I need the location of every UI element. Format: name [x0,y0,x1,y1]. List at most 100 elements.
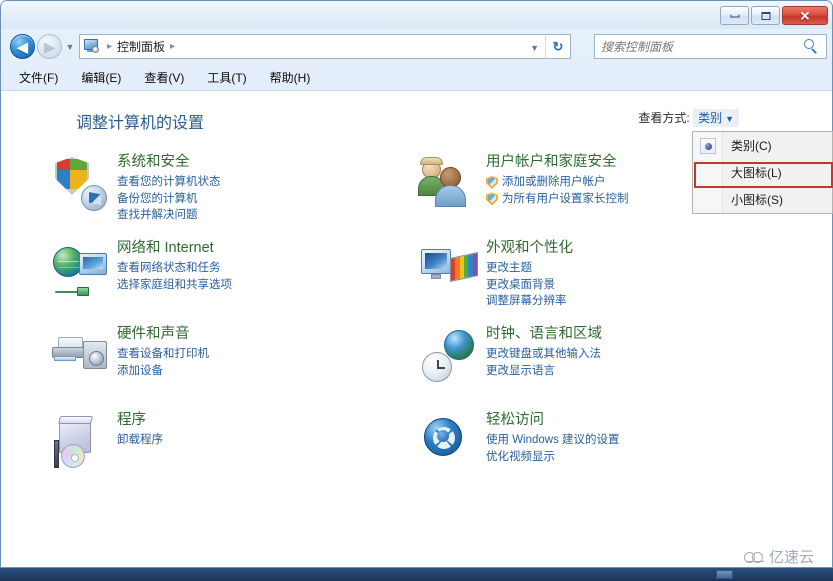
chevron-down-icon: ▼ [725,114,734,124]
category-link[interactable]: 查看网络状态和任务 [117,260,377,277]
category-appearance-and-personalization: 外观和个性化 更改主题 更改桌面背景 调整屏幕分辨率 [416,239,746,311]
watermark: 亿速云 [744,546,814,567]
address-dropdown-icon[interactable]: ▼ [530,43,539,53]
menu-item-small-icons[interactable]: 小图标(S) [693,186,832,213]
category-link[interactable]: 卸载程序 [117,432,377,449]
menu-item-help[interactable]: 帮助(H) [268,67,313,88]
navigation-bar: ◀ ▶ ▼ ▸ 控制面板 ▸ ▼ ↻ [1,29,833,65]
link-label: 更改显示语言 [486,363,555,380]
category-link[interactable]: 调整屏幕分辨率 [486,293,746,310]
category-link[interactable]: 优化视频显示 [486,449,746,466]
search-icon [804,39,819,54]
category-column-left: 系统和安全 查看您的计算机状态 备份您的计算机 查找并解决问题 网络和 [47,153,377,497]
view-by-control: 查看方式: 类别▼ [638,109,739,126]
category-link[interactable]: 备份您的计算机 [117,191,377,208]
category-link[interactable]: 选择家庭组和共享选项 [117,277,377,294]
link-label: 调整屏幕分辨率 [486,293,567,310]
uac-shield-icon [486,192,498,205]
menu-item-label: 类别(C) [731,137,772,154]
title-bar: ✕ [1,1,833,29]
menu-item-file[interactable]: 文件(F) [17,67,60,88]
category-link[interactable]: 使用 Windows 建议的设置 [486,432,746,449]
category-title[interactable]: 轻松访问 [486,411,746,430]
breadcrumb-separator-icon-2[interactable]: ▸ [170,41,175,52]
network-globe-icon [51,241,109,299]
uac-shield-icon [486,176,498,189]
maximize-button[interactable] [751,6,780,25]
menu-item-tools[interactable]: 工具(T) [205,67,248,88]
appearance-display-icon [420,241,478,299]
refresh-icon: ↻ [553,39,564,55]
link-label: 查看网络状态和任务 [117,260,221,277]
maximize-icon [761,12,770,20]
close-icon: ✕ [800,9,811,22]
search-input[interactable] [601,40,801,54]
category-network-and-internet: 网络和 Internet 查看网络状态和任务 选择家庭组和共享选项 [47,239,377,311]
category-ease-of-access: 轻松访问 使用 Windows 建议的设置 优化视频显示 [416,411,746,483]
back-arrow-icon: ◀ [17,40,28,54]
category-title[interactable]: 硬件和声音 [117,325,377,344]
category-system-and-security: 系统和安全 查看您的计算机状态 备份您的计算机 查找并解决问题 [47,153,377,225]
category-title[interactable]: 外观和个性化 [486,239,746,258]
refresh-button[interactable]: ↻ [545,34,571,59]
link-label: 选择家庭组和共享选项 [117,277,232,294]
menu-item-view[interactable]: 查看(V) [142,67,186,88]
link-label: 为所有用户设置家长控制 [502,191,629,208]
category-title[interactable]: 时钟、语言和区域 [486,325,746,344]
category-title[interactable]: 程序 [117,411,377,430]
minimize-button[interactable] [720,6,749,25]
category-link[interactable]: 更改键盘或其他输入法 [486,346,746,363]
back-button[interactable]: ◀ [10,34,35,59]
recent-pages-dropdown[interactable]: ▼ [64,42,76,52]
printer-speaker-icon [51,327,109,385]
link-label: 优化视频显示 [486,449,555,466]
menu-item-label: 小图标(S) [731,191,783,208]
link-label: 查看您的计算机状态 [117,174,221,191]
link-label: 使用 Windows 建议的设置 [486,432,620,449]
address-bar[interactable]: ▸ 控制面板 ▸ ▼ [79,34,545,59]
category-link[interactable]: 更改桌面背景 [486,277,746,294]
link-label: 卸载程序 [117,432,163,449]
category-link[interactable]: 更改显示语言 [486,363,746,380]
category-link[interactable]: 查找并解决问题 [117,207,377,224]
chevron-down-icon: ▼ [66,42,75,52]
menu-bar: 文件(F) 编辑(E) 查看(V) 工具(T) 帮助(H) [1,65,833,91]
category-title[interactable]: 系统和安全 [117,153,377,172]
link-label: 更改键盘或其他输入法 [486,346,601,363]
category-hardware-and-sound: 硬件和声音 查看设备和打印机 添加设备 [47,325,377,397]
view-by-dropdown-menu: 类别(C) 大图标(L) 小图标(S) [692,131,833,214]
view-by-dropdown-button[interactable]: 类别▼ [693,109,739,127]
cloud-icon [744,550,766,564]
taskbar-button[interactable] [716,570,733,579]
window-controls: ✕ [720,6,828,25]
category-link[interactable]: 查看您的计算机状态 [117,174,377,191]
search-box[interactable] [594,34,827,59]
explorer-window: ✕ ◀ ▶ ▼ ▸ 控制面板 ▸ ▼ ↻ [0,0,833,568]
category-link[interactable]: 查看设备和打印机 [117,346,377,363]
link-label: 添加设备 [117,363,163,380]
clock-globe-icon [420,327,478,385]
forward-button[interactable]: ▶ [37,34,62,59]
watermark-text: 亿速云 [769,546,814,567]
menu-item-large-icons[interactable]: 大图标(L) [693,159,832,186]
users-icon [420,155,478,213]
link-label: 查找并解决问题 [117,207,198,224]
close-button[interactable]: ✕ [782,6,828,25]
menu-item-category[interactable]: 类别(C) [693,132,832,159]
link-label: 查看设备和打印机 [117,346,209,363]
category-link[interactable]: 添加设备 [117,363,377,380]
link-label: 更改桌面背景 [486,277,555,294]
category-clock-language-and-region: 时钟、语言和区域 更改键盘或其他输入法 更改显示语言 [416,325,746,397]
forward-arrow-icon: ▶ [44,40,55,54]
breadcrumb-separator-icon: ▸ [107,41,112,52]
category-title[interactable]: 网络和 Internet [117,239,377,258]
page-title: 调整计算机的设置 [76,109,204,133]
link-label: 更改主题 [486,260,532,277]
category-link[interactable]: 更改主题 [486,260,746,277]
menu-item-label: 大图标(L) [731,164,782,181]
breadcrumb-item-control-panel[interactable]: 控制面板 [117,38,165,55]
menu-item-edit[interactable]: 编辑(E) [79,67,123,88]
view-by-value: 类别 [698,111,722,125]
control-panel-icon [83,38,100,55]
category-programs: 程序 卸载程序 [47,411,377,483]
